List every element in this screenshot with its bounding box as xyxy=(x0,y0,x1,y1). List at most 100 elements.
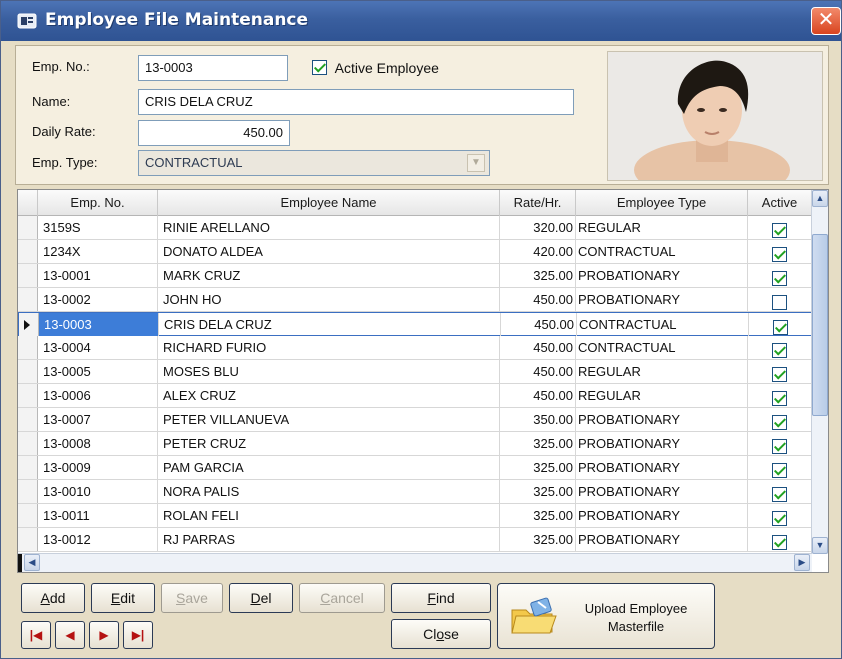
cell-rate[interactable]: 325.00 xyxy=(500,432,576,455)
cell-employee-name[interactable]: JOHN HO xyxy=(158,288,500,311)
table-row[interactable]: 13-0002 JOHN HO 450.00 PROBATIONARY xyxy=(18,288,812,312)
cell-employee-name[interactable]: MOSES BLU xyxy=(158,360,500,383)
column-header-employee-type[interactable]: Employee Type xyxy=(576,190,748,216)
active-checkbox[interactable] xyxy=(772,462,787,478)
cell-employee-name[interactable]: MARK CRUZ xyxy=(158,264,500,287)
cell-emp-no[interactable]: 13-0002 xyxy=(38,288,158,311)
cell-emp-no[interactable]: 13-0001 xyxy=(38,264,158,287)
active-checkbox[interactable] xyxy=(772,414,787,430)
close-window-button[interactable]: ✕ xyxy=(811,7,841,35)
active-checkbox[interactable] xyxy=(772,342,787,358)
cell-employee-name[interactable]: DONATO ALDEA xyxy=(158,240,500,263)
add-button[interactable]: Add xyxy=(21,583,85,613)
scroll-down-icon[interactable]: ▼ xyxy=(812,537,828,554)
table-row[interactable]: 13-0012 RJ PARRAS 325.00 PROBATIONARY xyxy=(18,528,812,552)
cell-active[interactable] xyxy=(748,456,812,479)
cell-employee-type[interactable]: PROBATIONARY xyxy=(576,504,748,527)
cell-rate[interactable]: 450.00 xyxy=(500,384,576,407)
cell-employee-name[interactable]: PETER VILLANUEVA xyxy=(158,408,500,431)
cell-employee-type[interactable]: PROBATIONARY xyxy=(576,408,748,431)
cell-employee-name[interactable]: PETER CRUZ xyxy=(158,432,500,455)
cell-employee-type[interactable]: REGULAR xyxy=(576,216,748,239)
cell-active[interactable] xyxy=(748,528,812,551)
cell-employee-type[interactable]: CONTRACTUAL xyxy=(577,313,749,336)
cell-employee-type[interactable]: REGULAR xyxy=(576,360,748,383)
scroll-right-icon[interactable]: ▶ xyxy=(794,554,810,571)
cell-rate[interactable]: 450.00 xyxy=(501,313,577,336)
cell-employee-type[interactable]: CONTRACTUAL xyxy=(576,336,748,359)
cell-employee-name[interactable]: PAM GARCIA xyxy=(158,456,500,479)
cell-active[interactable] xyxy=(748,432,812,455)
cell-employee-name[interactable]: ALEX CRUZ xyxy=(158,384,500,407)
cell-active[interactable] xyxy=(748,288,812,311)
table-row[interactable]: 13-0005 MOSES BLU 450.00 REGULAR xyxy=(18,360,812,384)
cancel-button[interactable]: Cancel xyxy=(299,583,385,613)
active-checkbox[interactable] xyxy=(772,390,787,406)
cell-employee-type[interactable]: PROBATIONARY xyxy=(576,528,748,551)
active-checkbox[interactable] xyxy=(773,319,788,335)
active-employee-check[interactable] xyxy=(312,60,327,76)
cell-rate[interactable]: 325.00 xyxy=(500,480,576,503)
active-checkbox[interactable] xyxy=(772,294,787,310)
delete-button[interactable]: Del xyxy=(229,583,293,613)
cell-rate[interactable]: 325.00 xyxy=(500,528,576,551)
cell-employee-type[interactable]: PROBATIONARY xyxy=(576,288,748,311)
daily-rate-field[interactable]: 450.00 xyxy=(138,120,290,146)
cell-active[interactable] xyxy=(748,360,812,383)
employee-grid[interactable]: Emp. No. Employee Name Rate/Hr. Employee… xyxy=(17,189,829,573)
cell-rate[interactable]: 420.00 xyxy=(500,240,576,263)
column-header-rate[interactable]: Rate/Hr. xyxy=(500,190,576,216)
close-button[interactable]: Close xyxy=(391,619,491,649)
table-row[interactable]: 13-0009 PAM GARCIA 325.00 PROBATIONARY xyxy=(18,456,812,480)
active-checkbox[interactable] xyxy=(772,534,787,550)
cell-employee-type[interactable]: CONTRACTUAL xyxy=(576,240,748,263)
edit-button[interactable]: Edit xyxy=(91,583,155,613)
chevron-down-icon[interactable]: ▼ xyxy=(467,154,485,172)
table-row-selected[interactable]: 13-0003 CRIS DELA CRUZ 450.00 CONTRACTUAL xyxy=(18,312,813,336)
vertical-scroll-thumb[interactable] xyxy=(812,234,828,416)
cell-active[interactable] xyxy=(748,216,812,239)
cell-employee-name[interactable]: RICHARD FURIO xyxy=(158,336,500,359)
active-checkbox[interactable] xyxy=(772,246,787,262)
active-employee-checkbox[interactable]: Active Employee xyxy=(312,59,439,76)
cell-rate[interactable]: 325.00 xyxy=(500,264,576,287)
cell-rate[interactable]: 325.00 xyxy=(500,504,576,527)
cell-emp-no[interactable]: 13-0003 xyxy=(39,313,159,336)
column-header-active[interactable]: Active xyxy=(748,190,812,216)
cell-active[interactable] xyxy=(748,504,812,527)
cell-rate[interactable]: 320.00 xyxy=(500,216,576,239)
cell-emp-no[interactable]: 13-0009 xyxy=(38,456,158,479)
cell-employee-type[interactable]: PROBATIONARY xyxy=(576,264,748,287)
cell-rate[interactable]: 450.00 xyxy=(500,288,576,311)
cell-emp-no[interactable]: 13-0006 xyxy=(38,384,158,407)
cell-emp-no[interactable]: 13-0008 xyxy=(38,432,158,455)
cell-rate[interactable]: 325.00 xyxy=(500,456,576,479)
name-field[interactable]: CRIS DELA CRUZ xyxy=(138,89,574,115)
cell-employee-type[interactable]: PROBATIONARY xyxy=(576,432,748,455)
table-row[interactable]: 13-0007 PETER VILLANUEVA 350.00 PROBATIONAR… xyxy=(18,408,812,432)
cell-employee-name[interactable]: NORA PALIS xyxy=(158,480,500,503)
emp-no-field[interactable]: 13-0003 xyxy=(138,55,288,81)
cell-employee-name[interactable]: CRIS DELA CRUZ xyxy=(159,313,501,336)
cell-emp-no[interactable]: 13-0005 xyxy=(38,360,158,383)
find-button[interactable]: Find xyxy=(391,583,491,613)
column-header-employee-name[interactable]: Employee Name xyxy=(158,190,500,216)
last-record-button[interactable]: ▶| xyxy=(123,621,153,649)
table-row[interactable]: 13-0004 RICHARD FURIO 450.00 CONTRACTUAL xyxy=(18,336,812,360)
table-row[interactable]: 13-0001 MARK CRUZ 325.00 PROBATIONARY xyxy=(18,264,812,288)
emp-type-dropdown[interactable]: CONTRACTUAL ▼ xyxy=(138,150,490,176)
cell-active[interactable] xyxy=(749,313,813,336)
cell-employee-name[interactable]: ROLAN FELI xyxy=(158,504,500,527)
cell-emp-no[interactable]: 1234X xyxy=(38,240,158,263)
table-row[interactable]: 13-0011 ROLAN FELI 325.00 PROBATIONARY xyxy=(18,504,812,528)
active-checkbox[interactable] xyxy=(772,366,787,382)
horizontal-scrollbar[interactable]: ◀ ▶ xyxy=(18,553,812,572)
table-row[interactable]: 13-0010 NORA PALIS 325.00 PROBATIONARY xyxy=(18,480,812,504)
cell-employee-name[interactable]: RJ PARRAS xyxy=(158,528,500,551)
cell-emp-no[interactable]: 13-0012 xyxy=(38,528,158,551)
cell-active[interactable] xyxy=(748,384,812,407)
cell-emp-no[interactable]: 13-0004 xyxy=(38,336,158,359)
cell-active[interactable] xyxy=(748,240,812,263)
cell-active[interactable] xyxy=(748,336,812,359)
cell-emp-no[interactable]: 13-0011 xyxy=(38,504,158,527)
